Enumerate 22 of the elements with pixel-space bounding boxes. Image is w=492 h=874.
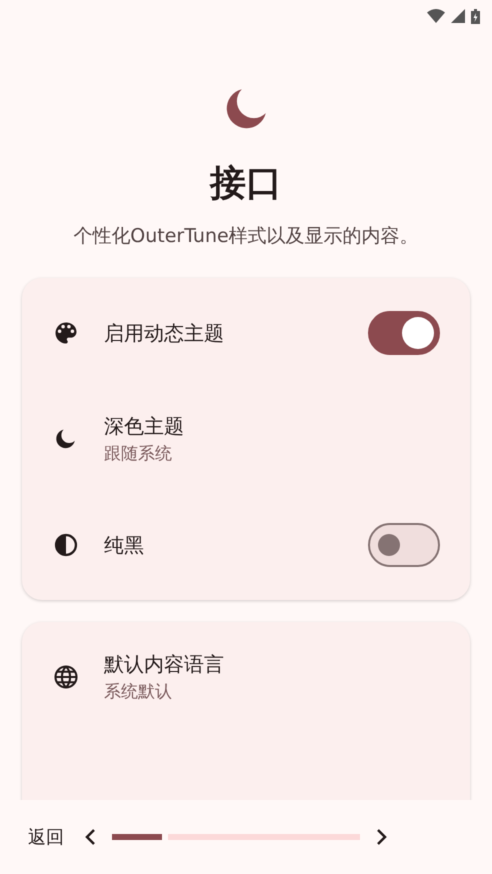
signal-icon bbox=[451, 9, 465, 23]
toggle-switch[interactable] bbox=[368, 523, 440, 567]
setting-value: 跟随系统 bbox=[104, 443, 173, 466]
contrast-icon bbox=[52, 531, 80, 559]
settings-row[interactable]: 深色主题 跟随系统 bbox=[22, 386, 470, 492]
globe-icon bbox=[52, 663, 80, 691]
chevron-right-icon[interactable] bbox=[376, 828, 388, 846]
setting-title: 启用动态主题 bbox=[104, 320, 225, 347]
toggle-switch[interactable] bbox=[368, 311, 440, 355]
page-title: 接口 bbox=[210, 162, 282, 206]
settings-row[interactable]: 默认内容语言 系统默认 bbox=[22, 624, 470, 730]
wifi-icon bbox=[427, 9, 445, 23]
setting-title: 深色主题 bbox=[104, 413, 185, 440]
setting-title: 默认内容语言 bbox=[104, 651, 225, 678]
setting-title: 纯黑 bbox=[104, 532, 145, 559]
page-description: 个性化OuterTune样式以及显示的内容。 bbox=[72, 224, 420, 249]
battery-icon bbox=[471, 8, 480, 24]
chevron-left-icon[interactable] bbox=[84, 828, 96, 846]
settings-row[interactable]: 启用动态主题 bbox=[22, 280, 470, 386]
back-button[interactable]: 返回 bbox=[28, 824, 64, 850]
setting-value: 系统默认 bbox=[104, 681, 173, 704]
settings-row[interactable]: 纯黑 bbox=[22, 492, 470, 598]
